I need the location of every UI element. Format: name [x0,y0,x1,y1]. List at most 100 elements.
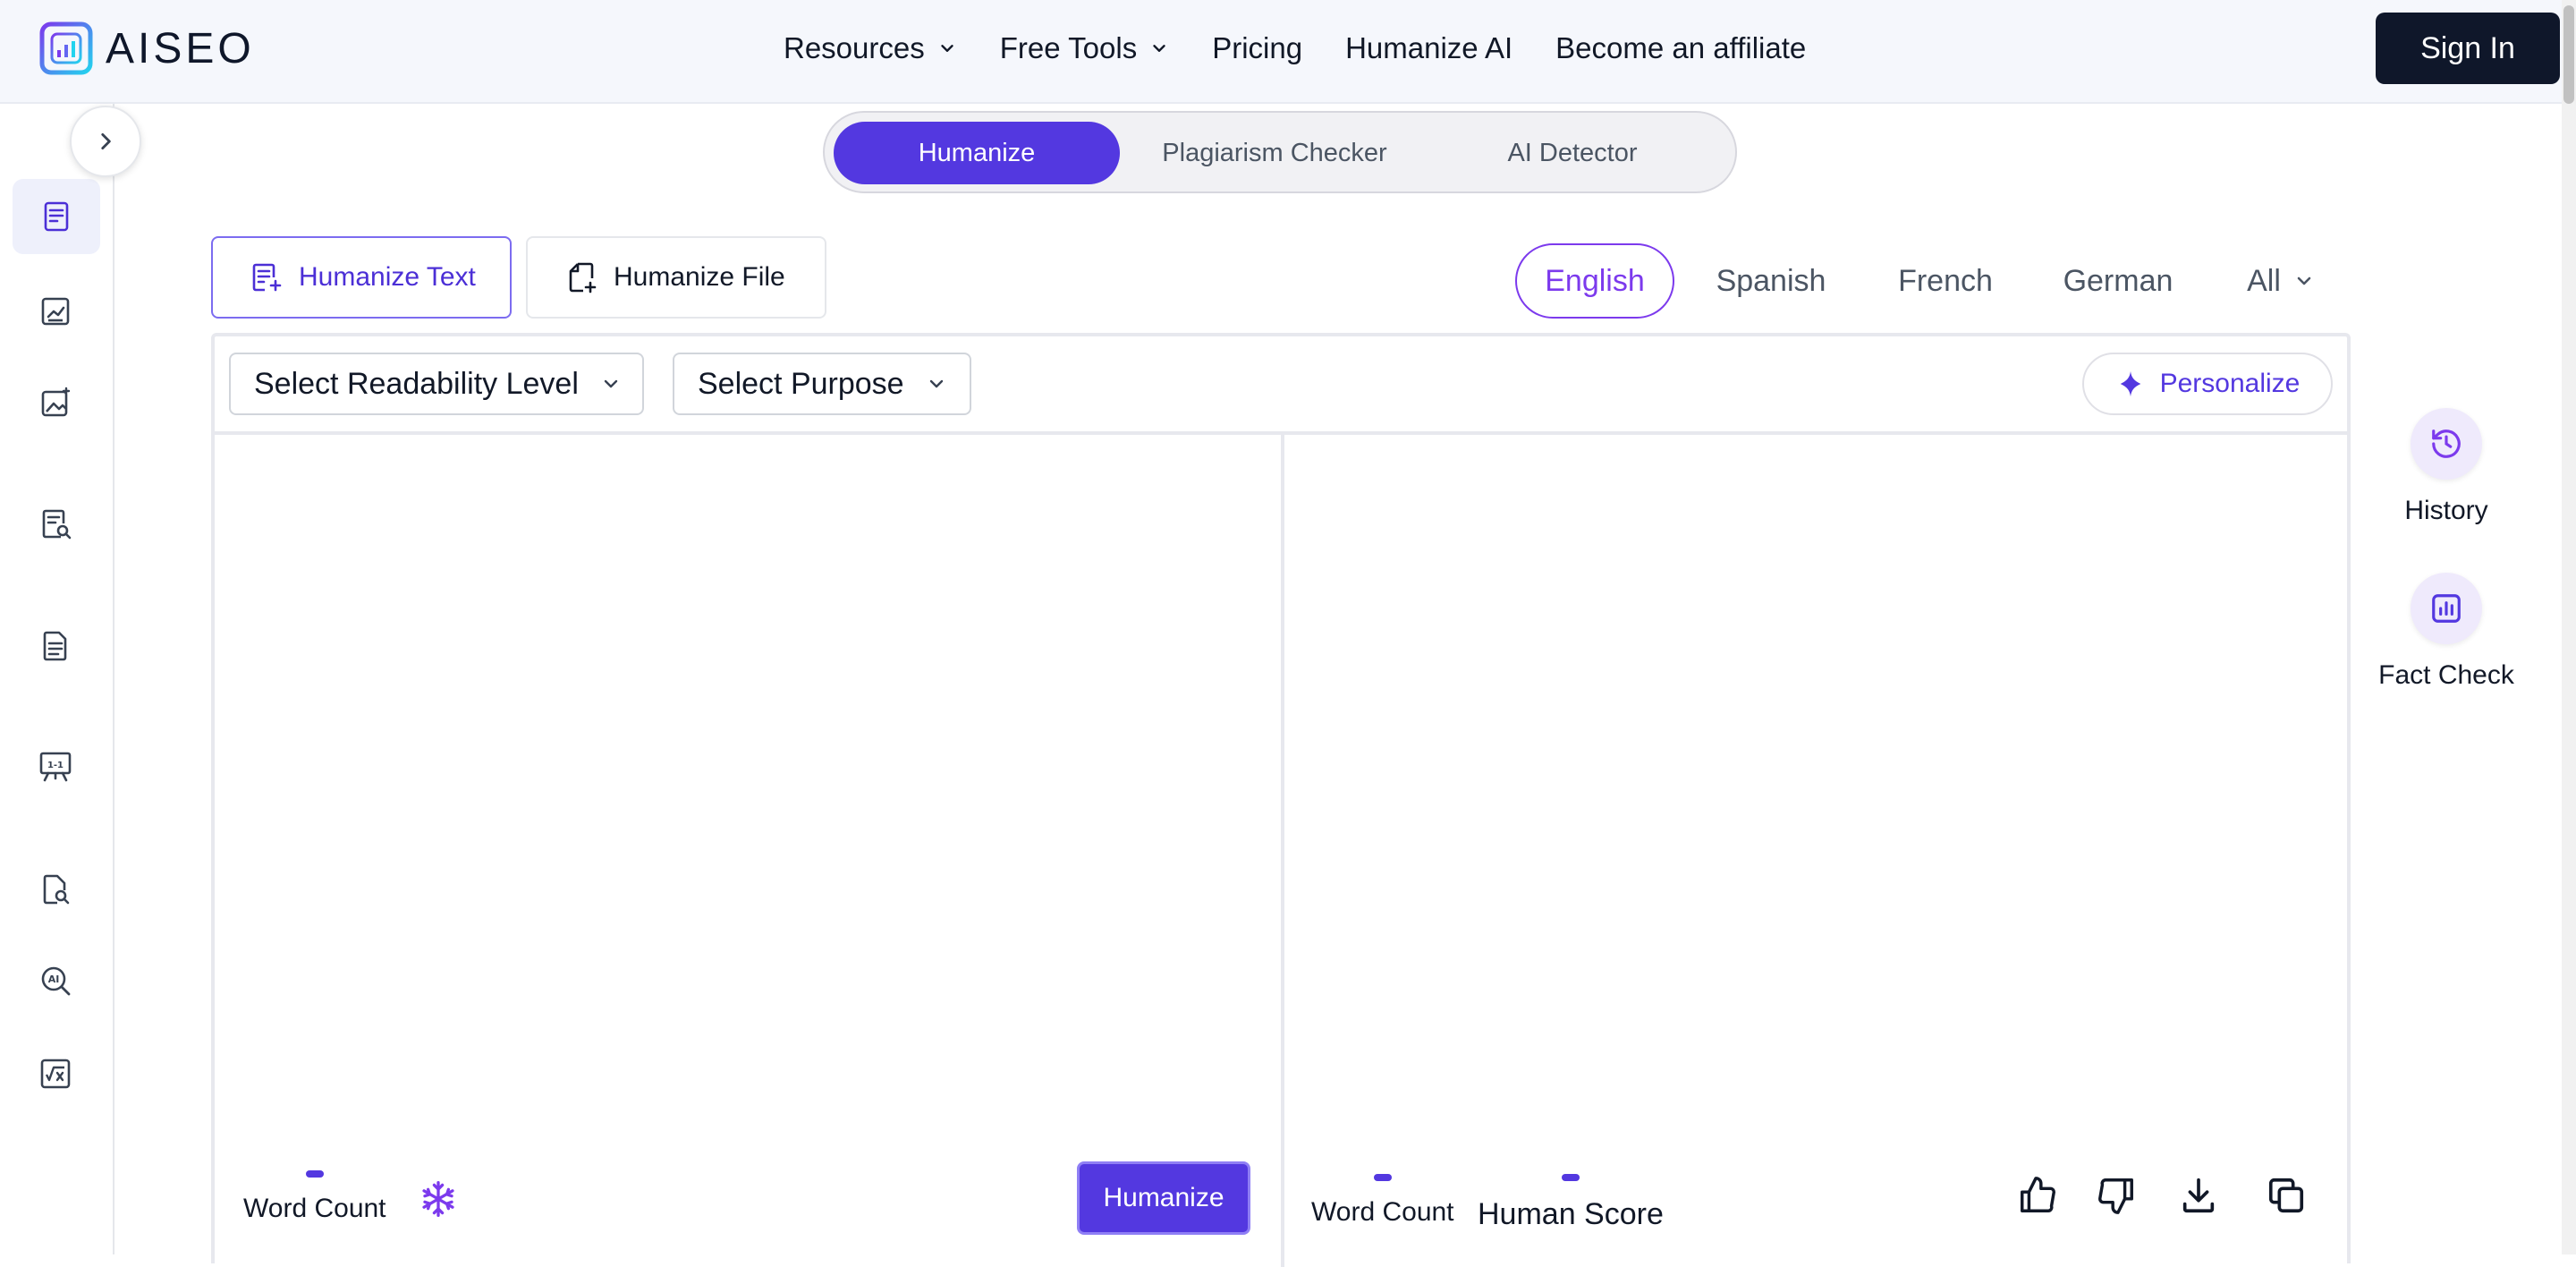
fact-check-label: Fact Check [2378,660,2514,690]
chevron-right-icon [101,133,111,149]
brand-name: AISEO [106,24,255,72]
nav-resources-label: Resources [784,31,925,64]
nav-free-tools[interactable]: Free Tools [1000,31,1169,65]
math-formula-icon [40,1059,71,1089]
text-edit-icon [252,263,282,292]
download-button[interactable] [2175,1172,2222,1219]
sidebar-item-content-checker[interactable] [29,497,82,551]
nav-affiliate-label: Become an affiliate [1555,31,1807,64]
svg-text:AI: AI [48,974,60,985]
fact-check-button[interactable]: Fact Check [2361,573,2531,691]
word-count-value-indicator [305,1170,324,1178]
chart-document-icon [41,297,70,326]
tab-ai-detector[interactable]: AI Detector [1429,122,1716,184]
output-text-area[interactable] [1299,447,2336,1127]
sidebar-item-math-solver[interactable] [29,1047,82,1101]
output-word-count: Word Count [1311,1174,1454,1228]
language-all-dropdown[interactable]: All [2227,243,2334,319]
top-navigation-bar: AISEO Resources Free Tools Pricing Human… [0,0,2576,104]
language-spanish[interactable]: Spanish [1703,243,1839,319]
freeze-words-button[interactable] [419,1179,458,1219]
sidebar-item-file-search[interactable] [29,863,82,916]
file-search-icon [43,874,70,905]
thumbs-down-button[interactable] [2093,1172,2140,1219]
nav-free-tools-label: Free Tools [999,31,1138,64]
editor-toolbar: Select Readability Level Select Purpose … [215,336,2347,435]
personalize-button[interactable]: Personalize [2082,353,2333,415]
ai-search-icon: AI [41,966,71,996]
nav-affiliate[interactable]: Become an affiliate [1555,31,1806,65]
personalize-label: Personalize [2159,369,2301,398]
chevron-down-icon [2297,276,2311,285]
readability-level-label: Select Readability Level [254,366,579,401]
thumbs-up-icon [2021,1177,2055,1212]
nav-humanize-ai[interactable]: Humanize AI [1345,31,1513,65]
sidebar-item-ai-detector[interactable]: AI [29,954,82,1008]
copy-icon [2268,1178,2304,1213]
svg-text:1-1: 1-1 [47,761,64,770]
brand-logo[interactable]: AISEO [39,21,255,75]
history-label: History [2404,496,2488,525]
nav-pricing[interactable]: Pricing [1212,31,1302,65]
output-word-count-value-indicator [1373,1174,1392,1181]
bar-chart-icon [2432,594,2461,623]
page-scrollbar[interactable] [2562,0,2576,1254]
document-search-icon [42,509,72,540]
sidebar-item-humanizer[interactable] [13,179,100,254]
nav-pricing-label: Pricing [1212,31,1303,64]
chevron-down-icon [929,379,943,388]
language-english[interactable]: English [1515,243,1674,319]
language-all-label: All [2247,263,2281,298]
mode-tab-group: Humanize Plagiarism Checker AI Detector [823,111,1737,193]
human-score-value-indicator [1561,1174,1580,1181]
nav-humanize-ai-label: Humanize AI [1345,31,1513,64]
fact-check-icon-container [2411,573,2482,644]
purpose-select[interactable]: Select Purpose [673,353,971,415]
tab-humanize-file[interactable]: Humanize File [526,236,826,319]
human-score-label: Human Score [1478,1197,1664,1231]
history-icon-container [2411,408,2482,480]
chevron-down-icon [1153,45,1165,52]
editor-panel: Select Readability Level Select Purpose … [211,333,2351,1267]
main-nav: Resources Free Tools Pricing Humanize AI… [784,25,1806,72]
history-button[interactable]: History [2361,408,2531,526]
logo-icon [39,21,93,75]
input-word-count: Word Count [243,1170,386,1224]
sidebar-expand-button[interactable] [70,106,141,177]
sidebar-item-image-generator[interactable] [29,376,82,429]
human-score: Human Score [1478,1174,1664,1232]
document-edit-icon [44,201,69,232]
nav-resources[interactable]: Resources [784,31,957,65]
output-word-count-label: Word Count [1311,1197,1454,1227]
download-icon [2182,1178,2215,1213]
chevron-down-icon [941,45,953,52]
thumbs-down-icon [2098,1178,2133,1214]
language-german[interactable]: German [2048,243,2188,319]
tab-humanize-file-label: Humanize File [614,262,785,292]
humanize-button[interactable]: Humanize [1077,1161,1250,1235]
sign-in-button[interactable]: Sign In [2376,13,2560,84]
thumbs-up-button[interactable] [2014,1172,2061,1219]
input-text-area[interactable] [233,447,1261,1127]
file-upload-icon [569,262,597,293]
history-icon [2432,429,2461,458]
input-word-count-label: Word Count [243,1194,386,1223]
purpose-label: Select Purpose [698,366,904,401]
sidebar-item-analytics[interactable] [29,285,82,338]
readability-level-select[interactable]: Select Readability Level [229,353,644,415]
copy-button[interactable] [2263,1172,2309,1219]
language-french[interactable]: French [1878,243,2012,319]
sidebar-item-document[interactable] [29,619,82,673]
sparkle-icon [2120,370,2140,397]
snowflake-icon [422,1181,454,1217]
panel-divider [1281,435,1284,1267]
chevron-down-icon [604,379,618,388]
sidebar-item-presentation[interactable]: 1-1 [29,739,82,793]
tab-humanize-text-label: Humanize Text [299,262,476,292]
presentation-board-icon: 1-1 [39,752,72,782]
tab-humanize-text[interactable]: Humanize Text [211,236,512,319]
tab-humanize[interactable]: Humanize [834,122,1120,184]
image-sparkle-icon [41,387,71,417]
scrollbar-thumb[interactable] [2563,5,2574,104]
tab-plagiarism-checker[interactable]: Plagiarism Checker [1127,122,1422,184]
